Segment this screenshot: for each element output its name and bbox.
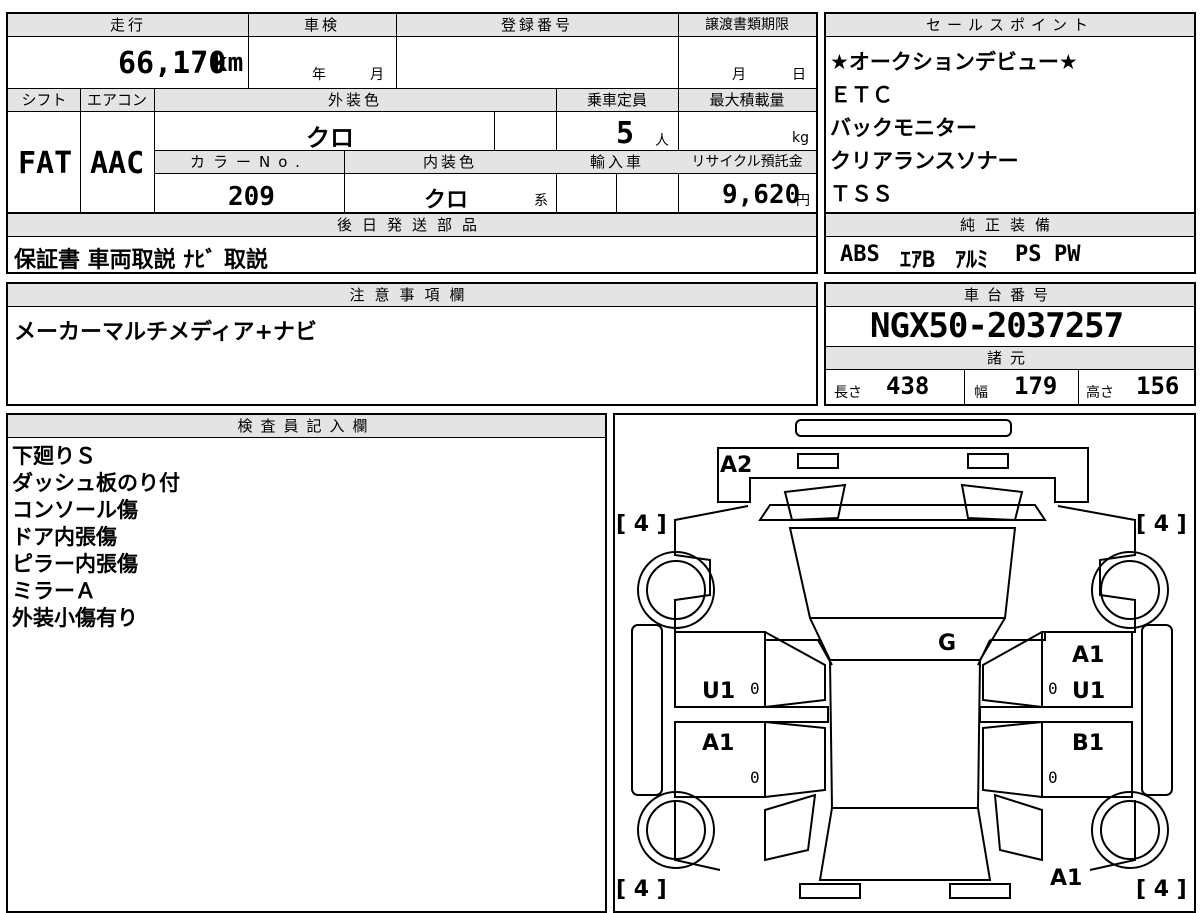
aircon-label: エアコン	[86, 91, 147, 109]
handle-mark-right-front: 0	[1048, 679, 1058, 698]
notes-label: 注意事項欄	[349, 286, 475, 304]
shaken-year-unit: 年	[312, 67, 326, 83]
damage-rear-right: A1	[1050, 866, 1082, 891]
registration-label: 登録番号	[500, 16, 573, 34]
damage-right-rear-door: B1	[1072, 731, 1104, 756]
vehicle-info-table	[6, 12, 818, 214]
height-label: 高さ	[1086, 385, 1114, 401]
equipment-item: ｱﾙﾐ	[955, 248, 989, 273]
length-value: 438	[886, 372, 930, 400]
tire-rear-right-label: [ 4 ]	[1136, 877, 1187, 900]
interior-color-value: クロ	[424, 188, 469, 213]
handle-mark-left-front: 0	[750, 679, 760, 698]
genuine-equipment-label: 純正装備	[959, 216, 1060, 234]
length-label: 長さ	[834, 385, 862, 401]
inspector-line: コンソール傷	[12, 498, 138, 522]
recycle-unit: 円	[796, 193, 810, 209]
sales-point-item: ＥＴＣ	[830, 83, 893, 107]
sales-point-item: バックモニター	[830, 116, 977, 140]
later-shipping-label: 後日発送部品	[336, 216, 487, 234]
inspector-line: 下廻りＳ	[12, 444, 96, 468]
height-value: 156	[1136, 372, 1180, 400]
shaken-month-unit: 月	[370, 67, 384, 83]
deadline-day-unit: 日	[792, 67, 806, 83]
inspector-line: ピラー内張傷	[12, 552, 138, 576]
later-shipping-value: 保証書 車両取説 ﾅﾋﾞ 取説	[14, 248, 268, 273]
width-label: 幅	[974, 385, 988, 401]
deadline-month-unit: 月	[732, 67, 746, 83]
interior-color-label: 内装色	[422, 153, 477, 171]
sales-point-item: クリアランスソナー	[830, 149, 1019, 173]
recycle-fee-value: 9,620	[722, 180, 801, 210]
mileage-unit: km	[212, 48, 244, 78]
damage-left-rear-door: A1	[702, 731, 734, 756]
max-load-label: 最大積載量	[709, 91, 785, 109]
inspector-line: ドア内張傷	[12, 525, 117, 549]
aircon-value: AAC	[90, 146, 145, 181]
capacity-unit: 人	[655, 133, 669, 149]
damage-front-bumper: A2	[720, 453, 752, 478]
mileage-value: 66,170	[118, 46, 227, 81]
tire-rear-left-label: [ 4 ]	[616, 877, 667, 900]
color-no-value: 209	[228, 182, 275, 212]
handle-mark-right-rear: 0	[1048, 768, 1058, 787]
transfer-deadline-label: 譲渡書類期限	[705, 17, 789, 33]
exterior-color-value: クロ	[306, 124, 354, 152]
shaken-label: 車検	[303, 16, 340, 34]
sales-point-item: ＴＳＳ	[830, 182, 893, 206]
equipment-item: PW	[1054, 242, 1081, 267]
damage-right-front-door-top: A1	[1072, 643, 1104, 668]
load-unit: kg	[792, 130, 809, 146]
width-value: 179	[1014, 372, 1058, 400]
car-damage-diagram: [ 4 ] [ 4 ] [ 4 ] [ 4 ] A2 G U1 A1 A1 U1…	[616, 419, 1187, 900]
chassis-label: 車台番号	[963, 286, 1056, 304]
equipment-item: ABS	[840, 242, 880, 267]
inspector-label: 検査員記入欄	[237, 417, 376, 435]
inspector-line: ミラーＡ	[12, 579, 96, 603]
chassis-number: NGX50-2037257	[870, 306, 1124, 346]
capacity-value: 5	[616, 116, 635, 151]
mileage-label: 走行	[109, 16, 146, 34]
sales-point-item: ★オークションデビュー★	[830, 50, 1078, 74]
equipment-item: ｴｱB	[900, 248, 936, 273]
damage-right-front-door: U1	[1072, 679, 1105, 704]
damage-windshield: G	[938, 631, 956, 656]
tire-front-right-label: [ 4 ]	[1136, 512, 1187, 537]
specs-label: 諸元	[986, 349, 1033, 367]
exterior-color-label: 外装色	[327, 91, 382, 109]
interior-suffix: 系	[534, 193, 548, 209]
inspector-line: 外装小傷有り	[12, 606, 138, 630]
inspector-line: ダッシュ板のり付	[12, 471, 180, 495]
shift-label: シフト	[21, 91, 67, 109]
damage-left-front-door: U1	[702, 679, 735, 704]
sales-points-label: セールスポイント	[925, 16, 1094, 34]
handle-mark-left-rear: 0	[750, 768, 760, 787]
equipment-item: PS	[1015, 242, 1042, 267]
notes-value: メーカーマルチメディア+ナビ	[14, 320, 317, 345]
recycle-label: リサイクル預託金	[691, 154, 803, 170]
shift-value: FAT	[18, 146, 73, 181]
import-label: 輸入車	[589, 153, 644, 171]
tire-front-left-label: [ 4 ]	[616, 512, 667, 537]
color-no-label: カラーNo.	[190, 153, 308, 171]
capacity-label: 乗車定員	[586, 91, 647, 109]
